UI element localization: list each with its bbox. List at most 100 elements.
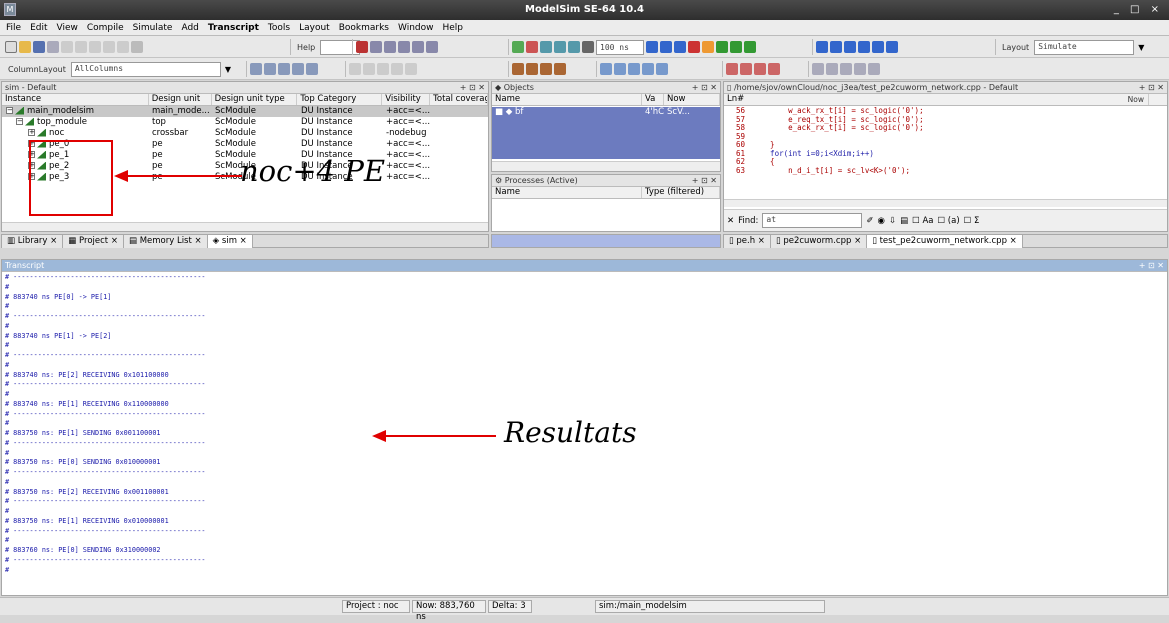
stop-icon[interactable] xyxy=(702,41,714,53)
restart-icon[interactable] xyxy=(412,41,424,53)
find-input[interactable]: at xyxy=(762,213,863,228)
run-length-input[interactable] xyxy=(596,39,644,55)
add-dataflow-icon[interactable] xyxy=(292,63,304,75)
panel-controls-icon[interactable]: + ⊡ ✕ xyxy=(692,82,717,93)
find-icon[interactable] xyxy=(131,41,143,53)
search-next-icon[interactable] xyxy=(826,63,838,75)
step-into-icon[interactable] xyxy=(730,41,742,53)
col-now[interactable]: Now xyxy=(664,94,720,105)
col-instance[interactable]: Instance xyxy=(2,94,149,105)
paste-icon[interactable] xyxy=(89,41,101,53)
col-design-unit-type[interactable]: Design unit type xyxy=(212,94,298,105)
view-icon[interactable] xyxy=(349,63,361,75)
search-prev-icon[interactable] xyxy=(840,63,852,75)
step-over-icon[interactable] xyxy=(716,41,728,53)
down-icon[interactable] xyxy=(830,41,842,53)
find-all-icon[interactable]: ▤ xyxy=(900,216,908,226)
find-next-icon[interactable]: ◉ xyxy=(878,216,885,226)
up-arrow-icon[interactable] xyxy=(540,41,552,53)
up-icon[interactable] xyxy=(816,41,828,53)
menu-add[interactable]: Add xyxy=(181,23,198,33)
break-icon[interactable] xyxy=(398,41,410,53)
cut-icon[interactable] xyxy=(61,41,73,53)
table-row[interactable]: − top_module top ScModule DU Instance +ac… xyxy=(2,117,488,128)
print-icon[interactable] xyxy=(47,41,59,53)
collapse-icon[interactable]: − xyxy=(6,107,13,114)
run-all-icon[interactable] xyxy=(674,41,686,53)
chevron-down-icon[interactable]: ▼ xyxy=(225,65,231,74)
menu-help[interactable]: Help xyxy=(443,23,464,33)
col-name[interactable]: Name xyxy=(492,187,642,198)
tab-project[interactable]: ▦ Project × xyxy=(63,234,124,248)
panel-controls-icon[interactable]: + ⊡ ✕ xyxy=(692,175,717,186)
open-icon[interactable] xyxy=(19,41,31,53)
coverage-icon[interactable] xyxy=(512,63,524,75)
eraser-icon[interactable]: ✐ xyxy=(866,216,873,226)
step-out-icon[interactable] xyxy=(744,41,756,53)
wave-icon[interactable] xyxy=(426,41,438,53)
view-tree-icon[interactable] xyxy=(405,63,417,75)
horizontal-scrollbar[interactable] xyxy=(724,199,1167,207)
coverage-exclude-icon[interactable] xyxy=(554,63,566,75)
collapse-icon[interactable]: − xyxy=(16,118,23,125)
window-controls[interactable]: _ □ × xyxy=(1114,4,1163,15)
col-name[interactable]: Name xyxy=(492,94,642,105)
zoom-full-icon[interactable] xyxy=(886,41,898,53)
col-type[interactable]: Type (filtered) xyxy=(642,187,720,198)
add-log-icon[interactable] xyxy=(278,63,290,75)
expand-icon[interactable]: + xyxy=(28,129,35,136)
find-down-icon[interactable]: ⇩ xyxy=(889,216,896,226)
menu-compile[interactable]: Compile xyxy=(87,23,124,33)
add-list-icon[interactable] xyxy=(264,63,276,75)
sum-checkbox[interactable]: ☐ Σ xyxy=(964,216,980,226)
back-arrow-icon[interactable] xyxy=(554,41,566,53)
signal-icon[interactable] xyxy=(600,63,612,75)
view-grid-icon[interactable] xyxy=(377,63,389,75)
zoom-fit-icon[interactable] xyxy=(872,41,884,53)
close-icon[interactable]: ✕ xyxy=(727,216,734,226)
menu-bookmarks[interactable]: Bookmarks xyxy=(339,23,389,33)
menu-tools[interactable]: Tools xyxy=(268,23,290,33)
horizontal-scrollbar[interactable] xyxy=(492,161,720,171)
step-icon[interactable] xyxy=(512,41,524,53)
horizontal-scrollbar[interactable] xyxy=(2,222,488,231)
undo-icon[interactable] xyxy=(103,41,115,53)
coverage-report-icon[interactable] xyxy=(540,63,552,75)
add-wave-icon[interactable] xyxy=(250,63,262,75)
col-value[interactable]: Va xyxy=(642,94,664,105)
menu-transcript[interactable]: Transcript xyxy=(208,23,259,33)
view-alt-icon[interactable] xyxy=(363,63,375,75)
signal-filter-icon[interactable] xyxy=(656,63,668,75)
menu-window[interactable]: Window xyxy=(398,23,434,33)
col-total-coverage[interactable]: Total coverag xyxy=(430,94,488,105)
tab-test-network-cpp[interactable]: ▯ test_pe2cuworm_network.cpp × xyxy=(867,234,1023,248)
dataflow-alt-icon[interactable] xyxy=(740,63,752,75)
tab-pe2cuworm-cpp[interactable]: ▯ pe2cuworm.cpp × xyxy=(770,234,868,248)
menu-edit[interactable]: Edit xyxy=(30,23,47,33)
match-case-checkbox[interactable]: ☐ Aa xyxy=(912,216,933,226)
panel-controls-icon[interactable]: + ⊡ ✕ xyxy=(1139,260,1164,271)
add-schematic-icon[interactable] xyxy=(306,63,318,75)
insert-icon[interactable] xyxy=(526,41,538,53)
menu-layout[interactable]: Layout xyxy=(299,23,330,33)
run-icon[interactable] xyxy=(646,41,658,53)
search-all-icon[interactable] xyxy=(854,63,866,75)
col-visibility[interactable]: Visibility xyxy=(382,94,431,105)
dataflow-trace-icon[interactable] xyxy=(754,63,766,75)
menu-simulate[interactable]: Simulate xyxy=(133,23,173,33)
layout-select[interactable]: Simulate xyxy=(1034,39,1135,55)
signal-group-icon[interactable] xyxy=(628,63,640,75)
compile-all-icon[interactable] xyxy=(370,41,382,53)
table-row[interactable]: + noc crossbar ScModule DU Instance -node… xyxy=(2,128,488,139)
panel-controls-icon[interactable]: + ⊡ ✕ xyxy=(1139,82,1164,93)
match-word-checkbox[interactable]: ☐ (a) xyxy=(937,216,959,226)
column-layout-select[interactable]: AllColumns xyxy=(70,61,221,77)
source-code[interactable]: 56 w_ack_rx_t[i] = sc_logic('0'); 57 e_r… xyxy=(724,106,1167,175)
tab-memory-list[interactable]: ▤ Memory List × xyxy=(123,234,208,248)
redo-icon[interactable] xyxy=(117,41,129,53)
up-alt-icon[interactable] xyxy=(844,41,856,53)
col-design-unit[interactable]: Design unit xyxy=(149,94,212,105)
compile-icon[interactable] xyxy=(356,41,368,53)
dataflow-expand-icon[interactable] xyxy=(768,63,780,75)
zoom-icon[interactable] xyxy=(858,41,870,53)
